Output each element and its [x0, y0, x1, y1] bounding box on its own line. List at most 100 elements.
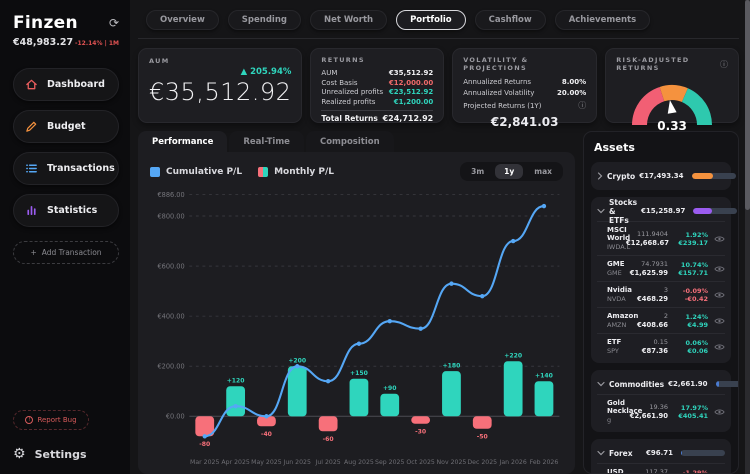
info-icon[interactable]: ⓘ: [578, 100, 586, 111]
refresh-icon[interactable]: ⟳: [109, 16, 119, 30]
returns-card-title: RETURNS: [321, 56, 433, 64]
asset-change-abs: -€0.42: [674, 295, 708, 303]
chart-tab-performance[interactable]: Performance: [138, 131, 227, 152]
aum-card: AUM ▲ 205.94% €35,512.92: [138, 48, 302, 123]
sidebar-item-label: Dashboard: [47, 79, 105, 90]
svg-text:-50: -50: [477, 433, 488, 440]
range-max[interactable]: max: [525, 164, 561, 179]
tab-overview[interactable]: Overview: [146, 10, 219, 30]
asset-change-pct: 0.06%: [674, 339, 708, 347]
eye-icon[interactable]: [711, 291, 725, 299]
eye-icon[interactable]: [711, 343, 725, 351]
eye-icon[interactable]: [711, 235, 725, 243]
svg-text:+200: +200: [288, 357, 306, 364]
legend-item[interactable]: Cumulative P/L: [150, 167, 242, 177]
asset-group-header[interactable]: Forex €96.71: [597, 443, 725, 463]
gear-icon: ⚙: [13, 446, 26, 462]
svg-text:€800.00: €800.00: [158, 212, 185, 220]
legend-label: Monthly P/L: [274, 167, 334, 177]
asset-group-header[interactable]: Crypto €17,493.34: [597, 166, 725, 186]
svg-text:+220: +220: [504, 352, 522, 359]
asset-row-g[interactable]: Gold Necklace g 19.36 €2,661.90 17.97% €…: [597, 394, 725, 428]
tab-achievements[interactable]: Achievements: [555, 10, 650, 30]
eye-icon[interactable]: [711, 265, 725, 273]
scrollbar-thumb[interactable]: [745, 0, 750, 210]
volatility-row-label: Annualized Volatility: [463, 89, 534, 97]
asset-name: USD: [607, 468, 626, 474]
total-returns-value: €24,712.92: [383, 114, 434, 123]
asset-group-header[interactable]: Commodities €2,661.90: [597, 374, 725, 394]
volatility-card-title: VOLATILITY & PROJECTIONS: [463, 56, 586, 72]
tab-portfolio[interactable]: Portfolio: [396, 10, 466, 30]
asset-group-allocation-bar: [693, 208, 737, 214]
asset-change-pct: -0.09%: [674, 287, 708, 295]
asset-row-amzn[interactable]: Amazon AMZN 2 €408.66 1.24% €4.99: [597, 307, 725, 333]
returns-row-value: €1,200.00: [394, 98, 433, 106]
svg-text:€200.00: €200.00: [158, 363, 185, 371]
asset-group-value: €96.71: [646, 449, 673, 457]
svg-text:-40: -40: [261, 431, 272, 438]
asset-row-nvda[interactable]: Nvidia NVDA 3 €468.29 -0.09% -€0.42: [597, 281, 725, 307]
asset-ticker: AMZN: [607, 321, 626, 329]
asset-value: €408.66: [626, 321, 668, 329]
gauge-needle: [666, 99, 677, 113]
svg-text:May 2025: May 2025: [251, 459, 282, 466]
add-transaction-button[interactable]: + Add Transaction: [13, 241, 119, 264]
asset-row-spy[interactable]: ETF SPY 0.15 €87.36 0.06% €0.06: [597, 333, 725, 359]
eye-icon[interactable]: [711, 317, 725, 325]
tab-spending[interactable]: Spending: [228, 10, 301, 30]
asset-change-pct: 17.97%: [674, 404, 708, 412]
asset-row-gme[interactable]: GME GME 74.7931 €1,625.99 10.74% €157.71: [597, 255, 725, 281]
asset-group-name: Stocks & ETFs: [609, 198, 637, 225]
volatility-rows: Annualized Returns8.00% Annualized Volati…: [463, 78, 586, 111]
tab-net-worth[interactable]: Net Worth: [310, 10, 387, 30]
chart-tab-real-time[interactable]: Real-Time: [229, 131, 304, 152]
asset-name: Amazon: [607, 312, 626, 320]
svg-text:€0.00: €0.00: [166, 413, 185, 421]
asset-row-usd[interactable]: USD USD 117.37 €96.71 -1.29% -€1.29: [597, 463, 725, 474]
sidebar-item-dashboard[interactable]: Dashboard: [13, 68, 119, 101]
pl-chart[interactable]: €886.00€800.00€600.00€400.00€200.00€0.00…: [148, 183, 565, 470]
range-3m[interactable]: 3m: [462, 164, 493, 179]
asset-row-iwda-l[interactable]: MSCI World IWDA.L 111.9404 €12,668.67 1.…: [597, 221, 725, 255]
asset-change-pct: 1.24%: [674, 313, 708, 321]
sidebar-item-statistics[interactable]: Statistics: [13, 194, 119, 227]
sidebar-item-budget[interactable]: Budget: [13, 110, 119, 143]
svg-text:Aug 2025: Aug 2025: [344, 459, 374, 466]
asset-group-forex: Forex €96.71 USD USD 117.37 €96.71 -1.29…: [591, 439, 731, 474]
sidebar-header: Finzen ⟳: [13, 13, 119, 33]
range-1y[interactable]: 1y: [495, 164, 523, 179]
cumulative-pl-swatch: [150, 167, 160, 177]
report-bug-button[interactable]: ! Report Bug: [13, 410, 89, 430]
volatility-row: Annualized Returns8.00%: [463, 78, 586, 86]
svg-text:-80: -80: [199, 441, 210, 448]
sidebar-item-transactions[interactable]: Transactions: [13, 152, 119, 185]
scrollbar[interactable]: [745, 0, 750, 474]
asset-quantity: 117.37: [626, 468, 668, 474]
svg-text:+180: +180: [443, 362, 461, 369]
asset-group-header[interactable]: Stocks & ETFs €15,258.97: [597, 201, 725, 221]
page-tabs: Overview Spending Net Worth Portfolio Cashfl…: [138, 8, 739, 39]
info-icon[interactable]: ⓘ: [720, 59, 728, 70]
add-transaction-label: Add Transaction: [42, 248, 102, 257]
sidebar-item-label: Budget: [47, 121, 86, 132]
sidebar-nav: Dashboard Budget Transactions Statistics: [13, 68, 119, 227]
returns-row-label: Cost Basis: [321, 79, 357, 87]
tab-cashflow[interactable]: Cashflow: [475, 10, 546, 30]
volatility-row-label: Annualized Returns: [463, 78, 531, 86]
legend-item[interactable]: Monthly P/L: [258, 167, 334, 177]
settings-button[interactable]: ⚙ Settings: [13, 446, 119, 462]
assets-panel: Assets Crypto €17,493.34 Stocks & ETFs €…: [583, 131, 739, 474]
assets-list: Crypto €17,493.34 Stocks & ETFs €15,258.…: [591, 162, 731, 474]
eye-icon[interactable]: [711, 408, 725, 416]
asset-quantity: 2: [626, 312, 668, 320]
chart-tab-composition[interactable]: Composition: [306, 131, 394, 152]
asset-change-abs: €405.41: [674, 412, 708, 420]
asset-name: ETF: [607, 338, 626, 346]
chart-body: Cumulative P/LMonthly P/L 3m1ymax €886.0…: [138, 152, 575, 474]
total-returns-row: Total Returns €24,712.92: [321, 110, 433, 123]
svg-text:+90: +90: [383, 385, 397, 392]
chart-legend: Cumulative P/L Monthly P/L: [150, 167, 334, 177]
summary-cards: AUM ▲ 205.94% €35,512.92 RETURNS AUM €35…: [138, 48, 739, 123]
returns-rows: AUM €35,512.92Cost Basis €12,000.00Unrea…: [321, 69, 433, 106]
